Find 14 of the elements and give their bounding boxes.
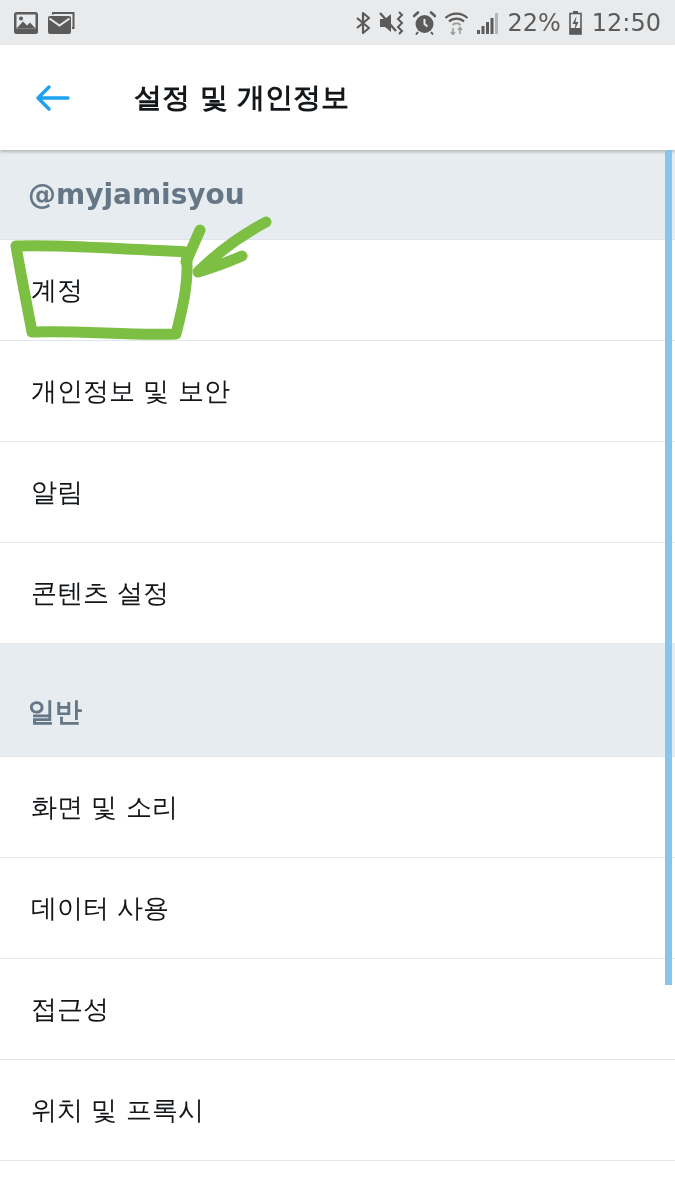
mail-icon (48, 11, 75, 34)
image-icon (14, 11, 38, 34)
back-arrow-icon (36, 84, 70, 111)
bluetooth-icon (355, 10, 372, 35)
section-header: 일반 (0, 644, 675, 757)
clock-time: 12:50 (591, 10, 661, 35)
wifi-icon (444, 10, 470, 35)
signal-icon (477, 11, 500, 34)
screen-title: 설정 및 개인정보 (134, 79, 350, 116)
alarm-icon (413, 10, 437, 35)
battery-percentage: 22% (507, 10, 561, 35)
mute-vibrate-icon (379, 10, 406, 35)
section-header: @myjamisyou (0, 150, 675, 240)
battery-charging-icon (568, 10, 582, 35)
